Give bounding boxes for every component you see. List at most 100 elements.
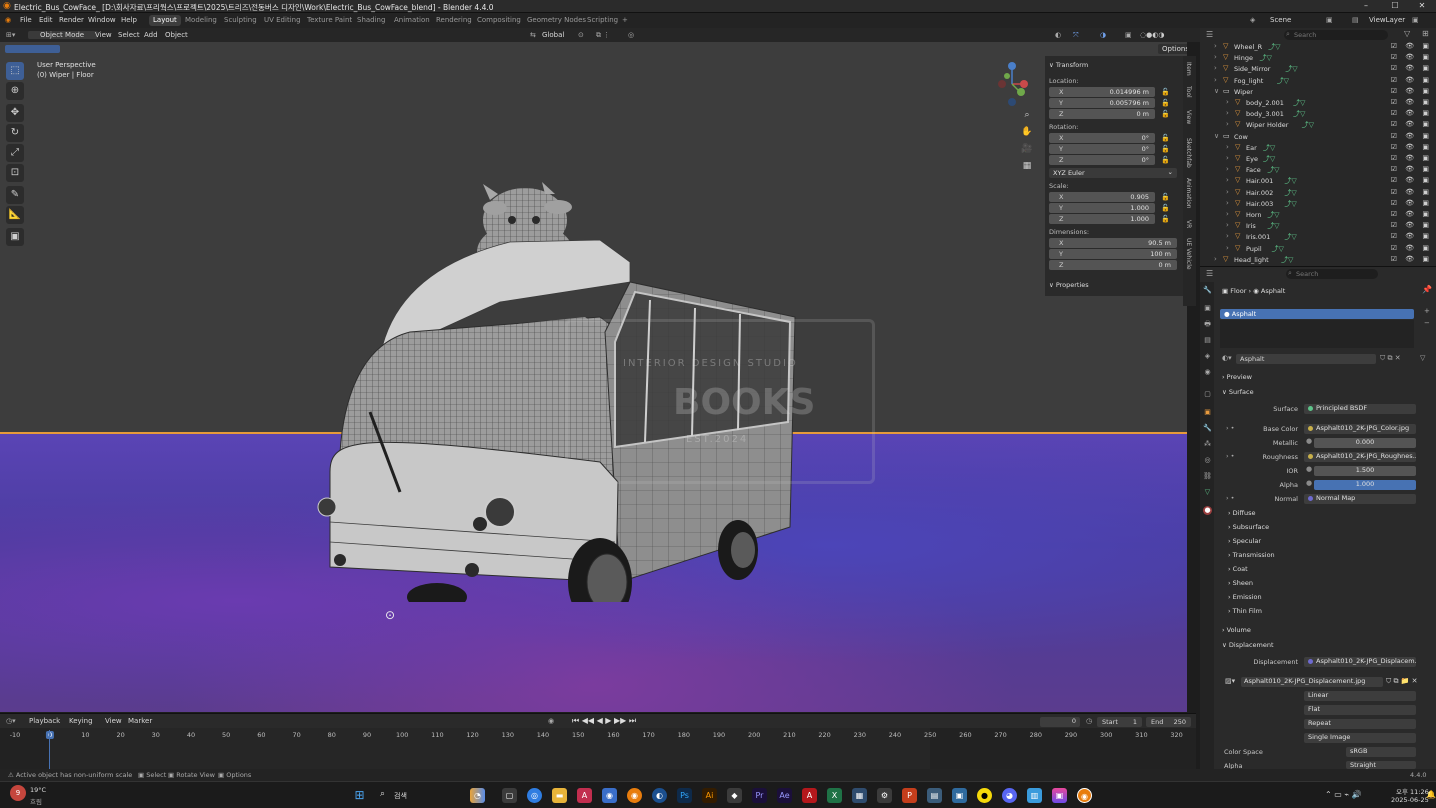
expand-right-icon[interactable]: › <box>1214 64 1217 72</box>
tab-vr[interactable]: VR <box>1185 220 1192 228</box>
image-name-field[interactable]: Asphalt010_2K-JPG_Displacement.jpg <box>1241 677 1383 687</box>
expand-roughness-icon[interactable]: › • <box>1226 452 1235 460</box>
lock-icon[interactable]: 🔓 <box>1161 88 1170 96</box>
lock-icon[interactable]: 🔓 <box>1161 99 1170 107</box>
output-tab-icon[interactable]: 🖶 <box>1203 320 1212 329</box>
task-view-icon[interactable]: ▢ <box>502 788 517 803</box>
material-slot[interactable]: ● Asphalt <box>1220 309 1414 319</box>
discord-icon[interactable]: ◕ <box>1002 788 1017 803</box>
scale-tool-icon[interactable]: ⤢ <box>6 144 24 162</box>
transform-tool-icon[interactable]: ⊡ <box>6 164 24 182</box>
timeline-editor-icon[interactable]: ◷▾ <box>6 717 16 725</box>
expand-down-icon[interactable]: ∨ <box>1214 87 1219 95</box>
location-x-field[interactable]: X 0.014996 m <box>1049 87 1155 97</box>
visibility-toggles[interactable]: ☑ 👁 ▣ <box>1391 255 1432 263</box>
lock-icon[interactable]: 🔓 <box>1161 110 1170 118</box>
color-space-dropdown[interactable]: sRGB <box>1346 747 1416 757</box>
expand-right-icon[interactable]: › <box>1226 120 1229 128</box>
select-menu[interactable]: Select <box>118 31 140 39</box>
scale-y-field[interactable]: Y 1.000 <box>1049 203 1155 213</box>
outliner-row[interactable]: › ▽ Pupil ⤴▽ ☑ 👁 ▣ <box>1200 243 1436 254</box>
normal-field[interactable]: Normal Map <box>1304 494 1416 504</box>
location-y-field[interactable]: Y 0.005796 m <box>1049 98 1155 108</box>
outliner-row[interactable]: › ▽ Face ⤴▽ ☑ 👁 ▣ <box>1200 164 1436 175</box>
options-dropdown[interactable]: Options <box>1158 44 1187 54</box>
outliner-row[interactable]: › ▽ Ear ⤴▽ ☑ 👁 ▣ <box>1200 142 1436 153</box>
material-actions-icon[interactable]: ⛉ ⧉ ✕ <box>1380 354 1401 363</box>
image-actions-icon[interactable]: ⛉ ⧉ 📁 ✕ <box>1386 677 1418 686</box>
constraints-tab-icon[interactable]: ⛓ <box>1203 472 1212 481</box>
filter-icon[interactable]: ▽ <box>1420 354 1425 362</box>
visibility-toggles[interactable]: ☑ 👁 ▣ <box>1391 165 1432 173</box>
excel-icon[interactable]: X <box>827 788 842 803</box>
keying-menu[interactable]: Keying <box>69 717 93 725</box>
rotation-x-field[interactable]: X 0° <box>1049 133 1155 143</box>
remove-slot-icon[interactable]: − <box>1424 319 1430 327</box>
menu-edit[interactable]: Edit <box>39 16 53 24</box>
widgets-icon[interactable]: ◔ <box>470 788 485 803</box>
expand-right-icon[interactable]: › <box>1226 221 1229 229</box>
expand-right-icon[interactable]: › <box>1226 109 1229 117</box>
tab-uv-editing[interactable]: UV Editing <box>264 16 301 24</box>
weather-temp[interactable]: 19°C <box>30 786 46 794</box>
visibility-toggles[interactable]: ☑ 👁 ▣ <box>1391 98 1432 106</box>
pan-icon[interactable]: ✋ <box>1020 125 1034 139</box>
measure-tool-icon[interactable]: 📐 <box>6 206 24 224</box>
acrobat-icon[interactable]: A <box>802 788 817 803</box>
app-icon[interactable]: ▥ <box>1027 788 1042 803</box>
properties-editor-icon[interactable]: ☰ <box>1206 269 1213 278</box>
subsection-subsurface[interactable]: › Subsurface <box>1228 523 1269 531</box>
tab-tool[interactable]: Tool <box>1185 86 1192 98</box>
visibility-toggles[interactable]: ☑ 👁 ▣ <box>1391 109 1432 117</box>
select-box-modes[interactable] <box>5 45 60 53</box>
app-icon[interactable]: ▦ <box>852 788 867 803</box>
app-icon[interactable]: ◉ <box>602 788 617 803</box>
tab-geometry-nodes[interactable]: Geometry Nodes <box>527 16 586 24</box>
physics-tab-icon[interactable]: ◎ <box>1203 456 1212 465</box>
scene-name[interactable]: Scene <box>1270 16 1291 24</box>
app-icon[interactable]: ▣ <box>1052 788 1067 803</box>
outliner-row[interactable]: ∨ ▭ Wiper ☑ 👁 ▣ <box>1200 86 1436 97</box>
surface-panel[interactable]: ∨ Surface <box>1222 388 1254 396</box>
select-tool-icon[interactable]: ⬚ <box>6 62 24 80</box>
subsection-coat[interactable]: › Coat <box>1228 565 1248 573</box>
windows-start-icon[interactable]: ⊞ <box>352 788 367 803</box>
new-scene-icon[interactable]: ▣ <box>1326 16 1333 24</box>
expand-right-icon[interactable]: › <box>1226 176 1229 184</box>
view-layer-name[interactable]: ViewLayer <box>1369 16 1405 24</box>
outliner-row[interactable]: ∨ ▭ Cow ☑ 👁 ▣ <box>1200 131 1436 142</box>
world-tab-icon[interactable]: ◉ <box>1203 368 1212 377</box>
add-cube-tool-icon[interactable]: ▣ <box>6 228 24 246</box>
visibility-toggles[interactable]: ☑ 👁 ▣ <box>1391 87 1432 95</box>
transform-header[interactable]: ∨ Transform <box>1049 61 1088 69</box>
powerpoint-icon[interactable]: P <box>902 788 917 803</box>
grid-view-icon[interactable]: ▦ <box>1020 159 1034 173</box>
new-view-layer-icon[interactable]: ▣ <box>1412 16 1419 24</box>
tab-sketchfab[interactable]: Sketchfab <box>1185 138 1192 168</box>
expand-down-icon[interactable]: ∨ <box>1214 132 1219 140</box>
alpha-field[interactable]: 1.000 <box>1314 480 1416 490</box>
tab-rendering[interactable]: Rendering <box>436 16 472 24</box>
subsection-diffuse[interactable]: › Diffuse <box>1228 509 1255 517</box>
expand-right-icon[interactable]: › <box>1214 255 1217 263</box>
visibility-toggles[interactable]: ☑ 👁 ▣ <box>1391 53 1432 61</box>
tab-ue-vehicle[interactable]: UE Vehicle <box>1185 238 1192 270</box>
kakaotalk-icon[interactable]: ● <box>977 788 992 803</box>
tab-modeling[interactable]: Modeling <box>185 16 217 24</box>
app-icon[interactable]: ◐ <box>652 788 667 803</box>
app-icon[interactable]: A <box>577 788 592 803</box>
pin-icon[interactable]: 📌 <box>1422 285 1432 294</box>
object-tab-icon[interactable]: ▣ <box>1203 408 1212 417</box>
tool-tab-icon[interactable]: 🔧 <box>1203 286 1212 295</box>
displacement-field[interactable]: Asphalt010_2K-JPG_Displacem... <box>1304 657 1416 667</box>
visibility-toggles[interactable]: ☑ 👁 ▣ <box>1391 154 1432 162</box>
lock-icon[interactable]: 🔓 <box>1161 193 1170 201</box>
outliner-row[interactable]: › ▽ Iris.001 ⤴▽ ☑ 👁 ▣ <box>1200 231 1436 242</box>
alpha-mode-dropdown[interactable]: Straight <box>1346 761 1416 769</box>
displacement-panel[interactable]: ∨ Displacement <box>1222 641 1274 649</box>
tab-view[interactable]: View <box>1185 110 1192 124</box>
tab-shading[interactable]: Shading <box>357 16 385 24</box>
metallic-field[interactable]: 0.000 <box>1314 438 1416 448</box>
orientation-dropdown[interactable]: Global <box>542 31 564 39</box>
visibility-toggles[interactable]: ☑ 👁 ▣ <box>1391 76 1432 84</box>
